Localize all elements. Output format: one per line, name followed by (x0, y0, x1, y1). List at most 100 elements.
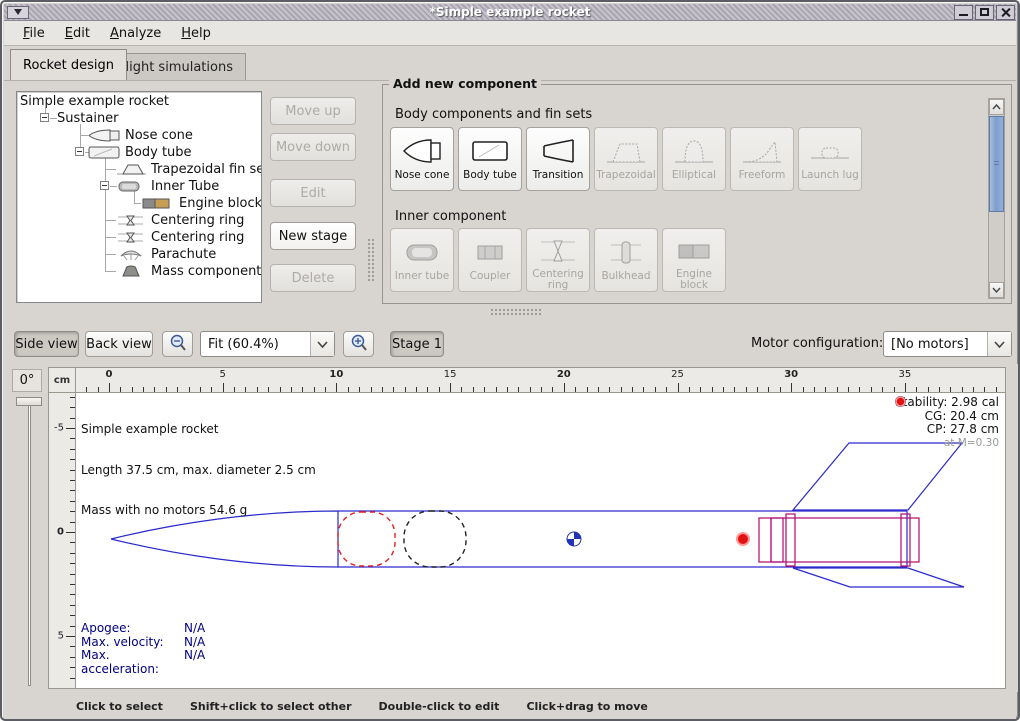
add-body-tube-button[interactable]: Body tube (458, 127, 522, 191)
side-view-toggle[interactable]: Side view (14, 331, 79, 357)
menu-bar: File Edit Analyze Help (4, 21, 1016, 46)
rocket-length-line: Length 37.5 cm, max. diameter 2.5 cm (81, 464, 316, 478)
zoom-out-button[interactable] (162, 331, 193, 357)
chevron-up-icon (992, 104, 1001, 110)
inner-tube-icon (117, 180, 143, 193)
tree-line (105, 169, 116, 170)
menu-edit[interactable]: Edit (56, 23, 99, 44)
groupbox-title: Add new component (389, 76, 541, 91)
window-menu-button[interactable] (7, 6, 29, 19)
tree-item-nose-cone[interactable]: Nose cone (125, 127, 193, 144)
scroll-down-button[interactable] (989, 282, 1004, 298)
add-coupler-button[interactable]: Coupler (458, 228, 522, 292)
flight-stats-block: Apogee:N/A Max. velocity:N/A Max. accele… (81, 622, 205, 676)
edit-button[interactable]: Edit (270, 179, 356, 207)
zoom-select[interactable]: Fit (60.4%) (200, 331, 335, 357)
view-toolbar: Side view Back view Fit (60.4%) Stage 1 (4, 324, 1016, 364)
add-transition-button[interactable]: Transition (526, 127, 590, 191)
zoom-select-arrow[interactable] (310, 332, 334, 356)
tree-item-inner-tube[interactable]: Inner Tube (151, 178, 219, 195)
expander-inner-tube[interactable] (100, 181, 109, 190)
rotation-slider-handle[interactable] (16, 397, 42, 406)
engine-block-icon (673, 234, 715, 268)
zoom-in-button[interactable] (343, 331, 374, 357)
body-tube-icon (469, 133, 511, 169)
motor-select-arrow[interactable] (987, 332, 1011, 356)
tree-item-rocket[interactable]: Simple example rocket (20, 93, 169, 110)
inner-component-label: Inner component (395, 209, 506, 224)
body-tube-icon (88, 146, 122, 159)
tree-item-body-tube[interactable]: Body tube (125, 144, 192, 161)
tree-line (105, 254, 116, 255)
menu-file[interactable]: File (14, 23, 54, 44)
launch-lug-icon (809, 133, 851, 169)
tree-item-mass-component[interactable]: Mass component (151, 263, 261, 280)
bulkhead-icon (605, 234, 647, 270)
tab-rocket-design[interactable]: Rocket design (10, 49, 127, 80)
rocket-canvas[interactable]: Simple example rocket Length 37.5 cm, ma… (76, 393, 1006, 689)
coupler-icon (469, 234, 511, 270)
max-acceleration-label: Max. acceleration: (81, 649, 184, 676)
expander-body-tube[interactable] (75, 147, 84, 156)
magnifier-plus-icon (350, 334, 368, 352)
add-bulkhead-button[interactable]: Bulkhead (594, 228, 658, 292)
cp-marker-icon (895, 396, 906, 407)
add-inner-tube-button[interactable]: Inner tube (390, 228, 454, 292)
maximize-button[interactable] (975, 5, 994, 20)
horizontal-splitter-handle[interactable] (490, 308, 542, 316)
zoom-value: Fit (60.4%) (201, 337, 310, 352)
motor-configuration-select[interactable]: [No motors] (883, 331, 1012, 357)
component-panel-scrollbar[interactable] (988, 98, 1005, 299)
minimize-icon (959, 14, 968, 16)
scrollbar-thumb[interactable] (989, 116, 1004, 212)
move-up-button[interactable]: Move up (270, 97, 356, 125)
menu-analyze[interactable]: Analyze (101, 23, 170, 44)
tree-item-engine-block[interactable]: Engine block (179, 195, 262, 212)
stability-block: Stability: 2.98 cal CG: 20.4 cm CP: 27.8… (895, 396, 999, 450)
ruler-unit-label: cm (48, 367, 76, 393)
vertical-splitter-handle[interactable] (367, 238, 375, 282)
add-engine-block-button[interactable]: Engine block (662, 228, 726, 292)
tree-line (80, 135, 88, 136)
max-acceleration-value: N/A (184, 649, 205, 676)
application-window: *Simple example rocket File Edit Analyze… (0, 0, 1020, 721)
tree-item-trapezoidal-fin-set[interactable]: Trapezoidal fin set (151, 161, 262, 178)
rotation-slider[interactable] (28, 400, 31, 686)
mach-condition-label: at M=0.30 (895, 437, 999, 451)
nose-cone-icon (88, 129, 122, 142)
component-tree[interactable]: Simple example rocket Sustainer Nose con… (16, 91, 262, 303)
back-view-toggle[interactable]: Back view (85, 331, 153, 357)
rocket-design-panel: Simple example rocket Sustainer Nose con… (4, 80, 1016, 322)
minimize-button[interactable] (954, 5, 973, 20)
add-component-groupbox: Add new component Body components and fi… (382, 84, 1012, 304)
delete-button[interactable]: Delete (270, 264, 356, 292)
hint-click-drag: Click+drag to move (526, 700, 647, 713)
add-launch-lug-button[interactable]: Launch lug (798, 127, 862, 191)
motor-configuration-label: Motor configuration: (751, 336, 883, 351)
maximize-icon (980, 8, 989, 16)
rocket-diagram-panel: 0° cm 05101520253035 -505 (4, 364, 1018, 692)
tree-item-sustainer[interactable]: Sustainer (57, 110, 119, 127)
stage-1-toggle[interactable]: Stage 1 (390, 331, 444, 357)
new-stage-button[interactable]: New stage (270, 222, 356, 250)
cp-line: CP: 27.8 cm (927, 423, 999, 437)
title-bar[interactable]: *Simple example rocket (4, 4, 1016, 21)
move-down-button[interactable]: Move down (270, 133, 356, 161)
add-elliptical-fin-button[interactable]: Elliptical (662, 127, 726, 191)
apogee-value: N/A (184, 622, 205, 636)
add-centering-ring-button[interactable]: Centering ring (526, 228, 590, 292)
rocket-info-block: Simple example rocket Length 37.5 cm, ma… (81, 396, 316, 545)
expander-sustainer[interactable] (40, 113, 49, 122)
close-button[interactable] (996, 5, 1015, 20)
rocket-name-line: Simple example rocket (81, 423, 316, 437)
centering-ring-icon (117, 214, 145, 227)
tree-line (105, 237, 116, 238)
tree-item-parachute[interactable]: Parachute (151, 246, 216, 263)
add-trapezoidal-fin-button[interactable]: Trapezoidal (594, 127, 658, 191)
add-nose-cone-button[interactable]: Nose cone (390, 127, 454, 191)
tree-item-centering-ring-2[interactable]: Centering ring (151, 229, 244, 246)
tree-item-centering-ring-1[interactable]: Centering ring (151, 212, 244, 229)
add-freeform-fin-button[interactable]: Freeform (730, 127, 794, 191)
menu-help[interactable]: Help (172, 23, 220, 44)
scroll-up-button[interactable] (989, 99, 1004, 115)
